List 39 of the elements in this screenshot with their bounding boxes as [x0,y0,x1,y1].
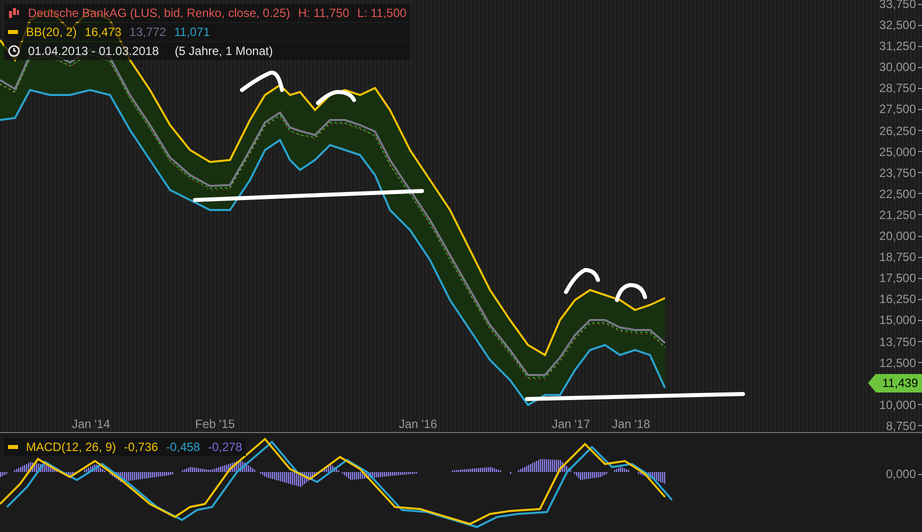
price-tick-label: 10,000 [879,398,916,412]
price-tick-label: 12,500 [879,356,916,370]
price-tick-label: 25,000 [879,144,916,159]
price-tick-label: 22,500 [879,186,916,201]
price-tick-label: 13,750 [879,334,916,348]
price-tick-label: 16,250 [879,292,916,306]
indicator-value: 16,473 [84,24,122,41]
price-tick-label: 21,250 [879,208,916,222]
price-tick-label: 8,750 [886,418,916,433]
low-value: L: 11,500 [357,5,406,22]
date-range: 01.04.2013 - 01.03.2018 [28,43,159,60]
price-tick-label: 32,500 [879,18,916,32]
indicator-label: BB(20, 2) [26,24,77,41]
indicator-value: -0,278 [208,439,242,456]
price-tick-label: 15,000 [879,313,916,328]
date-label: Jan '18 [612,416,650,433]
date-label: Jan '14 [72,416,110,433]
high-value: H: 11,750 [298,5,350,22]
price-tick-label: 20,000 [879,229,916,244]
price-tick-label: 26,250 [879,124,916,138]
indicator-label: MACD(12, 26, 9) [26,439,116,456]
indicator-value: -0,458 [166,439,200,456]
indicator-value: -0,736 [124,439,158,456]
date-label: Jan '16 [398,416,438,433]
macd-tick-label: 0,000 [886,466,916,483]
indicator-value: 11,071 [174,24,210,41]
price-tick-label: 30,000 [879,60,916,74]
price-tick-label: 31,250 [879,39,916,54]
duration-label: (5 Jahre, 1 Monat) [174,43,273,60]
current-price-tag: 11,439 [868,374,922,392]
price-tick-label: 23,750 [879,166,916,180]
price-tick-label: 18,750 [879,250,916,264]
price-tick-label: 17,500 [879,271,916,286]
date-label: Jan '17 [552,416,590,433]
price-tick-label: 27,500 [879,102,916,116]
price-tick-label: 28,750 [879,81,916,96]
indicator-value: 13,772 [129,24,166,41]
instrument-title: Deutsche BankAG (LUS, bid, Renko, close, 0.25) [28,5,290,22]
date-label: Feb '15 [195,416,235,433]
